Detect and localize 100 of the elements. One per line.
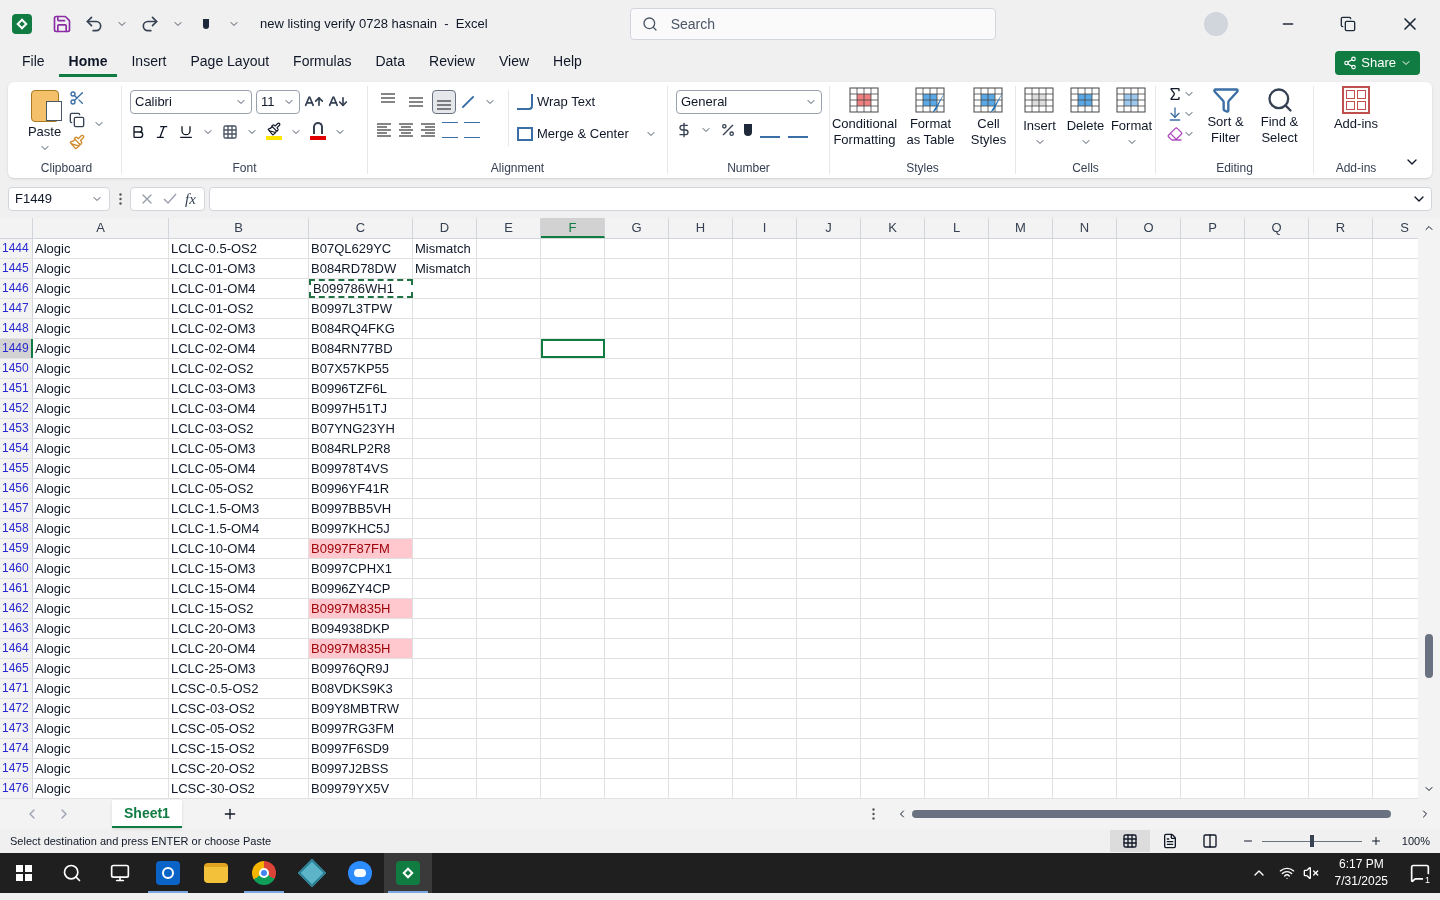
table-cell[interactable]: Alogic [33,279,169,298]
column-header[interactable]: B [169,218,309,238]
table-cell[interactable]: Alogic [33,399,169,418]
column-header[interactable]: Q [1245,218,1309,238]
ribbon-tab[interactable]: View [488,49,540,77]
row-header[interactable]: 1462 [0,599,33,618]
table-cell[interactable]: Alogic [33,559,169,578]
share-button[interactable]: Share [1335,51,1420,75]
row-header[interactable]: 1453 [0,419,33,438]
table-cell[interactable]: LCLC-02-OS2 [169,359,309,378]
table-cell[interactable]: LCSC-15-OS2 [169,739,309,758]
row-header[interactable]: 1448 [0,319,33,338]
table-cell[interactable]: B0997M835H [309,639,413,658]
row-header[interactable]: 1472 [0,699,33,718]
table-cell[interactable]: LCLC-01-OM3 [169,259,309,278]
table-cell[interactable]: Alogic [33,579,169,598]
table-cell[interactable]: B09979YX5V [309,779,413,798]
table-cell[interactable]: LCLC-1.5-OM4 [169,519,309,538]
clock-date[interactable]: 7/31/2025 [1334,873,1388,890]
column-header[interactable]: J [797,218,861,238]
table-cell[interactable]: B084RQ4FKG [309,319,413,338]
row-header[interactable]: 1473 [0,719,33,738]
insert-function-button[interactable]: fx [185,187,196,211]
row-header[interactable]: 1459 [0,539,33,558]
column-header[interactable]: C [309,218,413,238]
table-cell[interactable]: Alogic [33,699,169,718]
row-header[interactable]: 1446 [0,279,33,298]
table-cell[interactable]: LCLC-05-OS2 [169,479,309,498]
table-cell[interactable]: B084RLP2R8 [309,439,413,458]
table-cell[interactable]: LCLC-01-OM4 [169,279,309,298]
table-cell[interactable]: B084RD78DW [309,259,413,278]
table-cell[interactable]: Alogic [33,359,169,378]
column-header[interactable]: R [1309,218,1373,238]
clock-time[interactable]: 6:17 PM [1338,856,1384,873]
ribbon-tab[interactable]: Review [419,49,485,77]
row-header[interactable]: 1457 [0,499,33,518]
zoom-percentage[interactable]: 100% [1401,832,1430,850]
cells-button[interactable]: Format [1110,86,1153,162]
ribbon-tab[interactable]: File [12,49,55,77]
row-header[interactable]: 1476 [0,779,33,798]
table-cell[interactable]: B0996TZF6L [309,379,413,398]
table-cell[interactable]: B0997L3TPW [309,299,413,318]
search-field[interactable]: Search [629,8,996,40]
table-cell[interactable]: LCLC-1.5-OM3 [169,499,309,518]
row-header[interactable]: 1461 [0,579,33,598]
column-header[interactable]: L [925,218,989,238]
column-header[interactable]: N [1053,218,1117,238]
row-header[interactable]: 1460 [0,559,33,578]
row-header[interactable]: 1474 [0,739,33,758]
table-cell[interactable]: LCLC-05-OM3 [169,439,309,458]
table-cell[interactable]: B09976QR9J [309,659,413,678]
table-cell[interactable]: Alogic [33,779,169,798]
table-cell[interactable]: Alogic [33,519,169,538]
table-cell[interactable]: Alogic [33,719,169,738]
table-cell[interactable]: LCLC-02-OM4 [169,339,309,358]
table-cell[interactable]: B0996YF41R [309,479,413,498]
table-cell[interactable]: Alogic [33,619,169,638]
column-header[interactable]: K [861,218,925,238]
table-cell[interactable]: LCLC-15-OM4 [169,579,309,598]
table-cell[interactable]: LCSC-03-OS2 [169,699,309,718]
column-header[interactable]: O [1117,218,1181,238]
column-header[interactable]: H [669,218,733,238]
table-cell[interactable]: Alogic [33,439,169,458]
styles-button[interactable]: Format as Table [903,86,958,162]
table-cell[interactable]: B0997KHC5J [309,519,413,538]
table-cell[interactable]: Alogic [33,239,169,258]
ribbon-tab[interactable]: Data [365,49,416,77]
paste-button[interactable]: Paste [27,86,62,162]
row-header[interactable]: 1450 [0,359,33,378]
table-cell[interactable]: B084RN77BD [309,339,413,358]
table-cell[interactable]: Alogic [33,339,169,358]
ribbon-tab[interactable]: Home [58,49,118,77]
table-cell[interactable]: B0997RG3FM [309,719,413,738]
row-header[interactable]: 1447 [0,299,33,318]
table-cell[interactable]: Mismatch [413,259,477,278]
row-header[interactable]: 1456 [0,479,33,498]
table-cell[interactable]: LCLC-25-OM3 [169,659,309,678]
table-cell[interactable]: Alogic [33,739,169,758]
number-format-dropdown[interactable]: General [676,90,822,114]
table-cell[interactable]: B099786WH1 [309,279,413,298]
table-cell[interactable]: B094938DKP [309,619,413,638]
table-cell[interactable]: Alogic [33,539,169,558]
wrap-text-button[interactable]: Wrap Text [517,90,657,114]
add-ins-button[interactable]: Add-ins [1333,86,1379,162]
table-cell[interactable]: LCLC-05-OM4 [169,459,309,478]
column-header[interactable]: D [413,218,477,238]
table-cell[interactable]: LCLC-0.5-OS2 [169,239,309,258]
table-cell[interactable]: Alogic [33,379,169,398]
table-cell[interactable]: Alogic [33,259,169,278]
row-header[interactable]: 1463 [0,619,33,638]
table-cell[interactable]: LCLC-15-OM3 [169,559,309,578]
table-cell[interactable]: B0997F87FM [309,539,413,558]
row-header[interactable]: 1464 [0,639,33,658]
table-cell[interactable]: Alogic [33,419,169,438]
row-header[interactable]: 1455 [0,459,33,478]
cells-button[interactable]: Insert [1018,86,1061,162]
sheet-tab[interactable]: Sheet1 [112,800,182,828]
table-cell[interactable]: B07YNG23YH [309,419,413,438]
table-cell[interactable]: LCLC-02-OM3 [169,319,309,338]
row-header[interactable]: 1458 [0,519,33,538]
